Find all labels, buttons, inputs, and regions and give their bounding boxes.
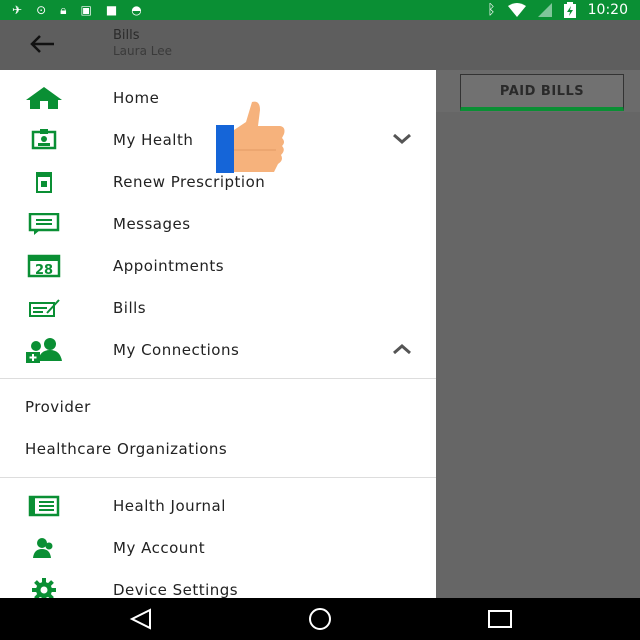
signal-icon bbox=[537, 3, 552, 17]
bill-icon bbox=[24, 295, 64, 321]
message-icon bbox=[24, 211, 64, 237]
page-subtitle: Laura Lee bbox=[113, 44, 172, 58]
bluetooth-icon: ᛒ bbox=[487, 2, 496, 18]
connections-item-provider[interactable]: Provider bbox=[0, 386, 436, 428]
drawer-item-health-journal[interactable]: Health Journal bbox=[0, 485, 436, 527]
drawer-item-my-account[interactable]: My Account bbox=[0, 527, 436, 569]
drawer-item-label: My Connections bbox=[113, 341, 240, 359]
home-icon bbox=[24, 85, 64, 111]
drawer-item-appointments[interactable]: 28 Appointments bbox=[0, 245, 436, 287]
nav-back-icon[interactable] bbox=[128, 608, 154, 630]
content-scrim bbox=[436, 112, 640, 598]
drawer-item-label: Messages bbox=[113, 215, 191, 233]
drawer-item-label: My Health bbox=[113, 131, 194, 149]
drawer-item-label: Bills bbox=[113, 299, 147, 317]
app-bar: Bills Laura Lee bbox=[0, 20, 640, 70]
chevron-up-icon[interactable] bbox=[390, 339, 414, 359]
drawer-item-label: Health Journal bbox=[113, 497, 226, 515]
system-nav-bar bbox=[0, 598, 640, 640]
drawer-item-label: My Account bbox=[113, 539, 206, 557]
battery-icon bbox=[563, 2, 576, 18]
connections-item-healthcare-organizations[interactable]: Healthcare Organizations bbox=[0, 428, 436, 470]
prescription-icon bbox=[24, 169, 64, 195]
calendar-icon-day: 28 bbox=[35, 263, 53, 278]
status-time: 10:20 bbox=[587, 2, 628, 18]
divider bbox=[0, 477, 436, 478]
drawer-item-label: Device Settings bbox=[113, 581, 239, 599]
connections-icon bbox=[24, 337, 64, 363]
calendar-icon: 28 bbox=[24, 253, 64, 279]
satellite-icon: ✈ bbox=[12, 2, 23, 17]
drawer-item-label: Appointments bbox=[113, 257, 225, 275]
chevron-down-icon[interactable] bbox=[390, 129, 414, 149]
drawer-item-my-connections[interactable]: My Connections bbox=[0, 329, 436, 371]
vpn-icon: ⊙ bbox=[36, 2, 47, 17]
lock-icon: 🔒︎ bbox=[60, 2, 67, 17]
wifi-icon bbox=[507, 3, 526, 17]
status-right: ᛒ 10:20 bbox=[487, 2, 640, 18]
divider bbox=[0, 378, 436, 379]
connections-item-label: Healthcare Organizations bbox=[25, 440, 228, 458]
health-id-icon bbox=[24, 127, 64, 153]
nav-home-icon[interactable] bbox=[306, 608, 334, 630]
drawer-item-label: Home bbox=[113, 89, 160, 107]
back-arrow-icon[interactable] bbox=[28, 32, 56, 56]
page-title: Bills bbox=[113, 28, 140, 43]
account-icon bbox=[24, 535, 64, 561]
connections-item-label: Provider bbox=[25, 398, 91, 416]
drawer-item-messages[interactable]: Messages bbox=[0, 203, 436, 245]
image-icon: ▣ bbox=[80, 2, 92, 17]
tab-paid-bills[interactable]: PAID BILLS bbox=[460, 74, 624, 111]
briefcase-icon: ■ bbox=[105, 2, 118, 17]
status-left-icons: ✈ ⊙ 🔒︎ ▣ ■ ◓ bbox=[0, 3, 142, 18]
journal-icon bbox=[24, 493, 64, 519]
android-icon: ◓ bbox=[131, 2, 142, 17]
status-bar: ✈ ⊙ 🔒︎ ▣ ■ ◓ ᛒ 10:20 bbox=[0, 0, 640, 20]
drawer-item-bills[interactable]: Bills bbox=[0, 287, 436, 329]
nav-recents-icon[interactable] bbox=[486, 608, 514, 630]
tab-bar: PAID BILLS bbox=[436, 70, 640, 112]
thumbs-up-icon bbox=[216, 101, 285, 173]
